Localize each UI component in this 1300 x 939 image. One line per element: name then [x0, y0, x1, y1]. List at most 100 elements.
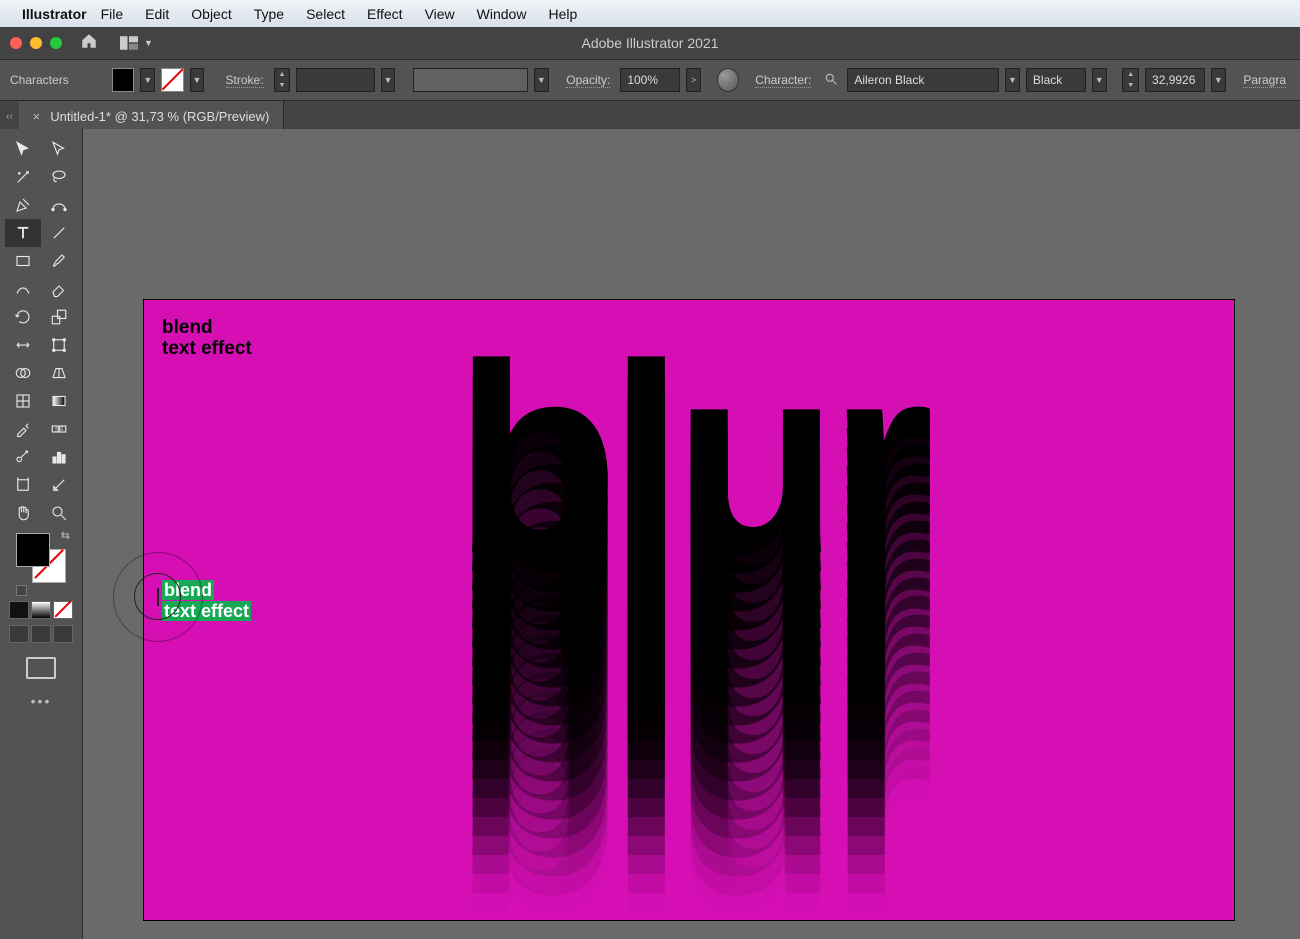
- color-mode-solid[interactable]: [9, 601, 29, 619]
- color-mode-none[interactable]: [53, 601, 73, 619]
- stroke-weight-stepper[interactable]: ▲▼: [274, 68, 291, 92]
- close-window[interactable]: [10, 37, 22, 49]
- text-object-2-selected[interactable]: blend text effect: [162, 580, 251, 621]
- blend-step: blur: [454, 685, 974, 939]
- tool-hand[interactable]: [5, 499, 41, 527]
- text-cursor-icon: [157, 588, 159, 606]
- draw-behind[interactable]: [31, 625, 51, 643]
- mac-menu-bar: Illustrator File Edit Object Type Select…: [0, 0, 1300, 27]
- tool-free-transform[interactable]: [41, 331, 77, 359]
- fill-dropdown[interactable]: ▼: [140, 68, 155, 92]
- text-object-1[interactable]: blend text effect: [162, 318, 252, 360]
- menu-window[interactable]: Window: [477, 6, 527, 22]
- collapse-panels-icon[interactable]: ‹‹: [0, 111, 19, 122]
- tool-brush[interactable]: [41, 247, 77, 275]
- tool-rotate[interactable]: [5, 303, 41, 331]
- tool-eraser[interactable]: [41, 275, 77, 303]
- workspace: ⇆ ••• blend text effect blend text effec…: [0, 129, 1300, 939]
- font-style-field[interactable]: Black: [1026, 68, 1086, 92]
- workspace-switcher[interactable]: ▼: [120, 36, 153, 50]
- tool-type[interactable]: [5, 219, 41, 247]
- tool-panel: ⇆ •••: [0, 129, 83, 939]
- default-fill-stroke-icon[interactable]: [16, 585, 27, 596]
- menu-edit[interactable]: Edit: [145, 6, 169, 22]
- tool-shaper[interactable]: [5, 275, 41, 303]
- tool-selection[interactable]: [5, 135, 41, 163]
- control-panel: Characters ▼ ▼ Stroke: ▲▼ ▼ ▼ Opacity: 1…: [0, 59, 1300, 101]
- document-tab-label: Untitled-1* @ 31,73 % (RGB/Preview): [50, 109, 269, 124]
- character-label[interactable]: Character:: [755, 73, 811, 88]
- tool-artboard[interactable]: [5, 471, 41, 499]
- app-name[interactable]: Illustrator: [22, 6, 87, 22]
- minimize-window[interactable]: [30, 37, 42, 49]
- color-mode-row: [9, 601, 73, 619]
- draw-inside[interactable]: [53, 625, 73, 643]
- home-icon[interactable]: [80, 32, 98, 55]
- menu-select[interactable]: Select: [306, 6, 345, 22]
- tool-perspective[interactable]: [41, 359, 77, 387]
- artboard[interactable]: blend text effect blend text effect blur…: [143, 299, 1235, 921]
- stroke-weight-dropdown[interactable]: ▼: [381, 68, 396, 92]
- menu-type[interactable]: Type: [254, 6, 284, 22]
- tool-direct-selection[interactable]: [41, 135, 77, 163]
- tool-eyedropper[interactable]: [5, 415, 41, 443]
- font-size-field[interactable]: 32,9926: [1145, 68, 1205, 92]
- document-tab-row: ‹‹ × Untitled-1* @ 31,73 % (RGB/Preview): [0, 101, 1300, 132]
- opacity-label[interactable]: Opacity:: [566, 73, 610, 88]
- tool-column-graph[interactable]: [41, 443, 77, 471]
- font-style-dropdown[interactable]: ▼: [1092, 68, 1107, 92]
- blend-text-object[interactable]: blurblurblurblurblurblurblurblurblurblur…: [454, 325, 974, 915]
- maximize-window[interactable]: [50, 37, 62, 49]
- menu-file[interactable]: File: [101, 6, 124, 22]
- tool-mesh[interactable]: [5, 387, 41, 415]
- tool-symbol-sprayer[interactable]: [5, 443, 41, 471]
- tool-scale[interactable]: [41, 303, 77, 331]
- tool-pen[interactable]: [5, 191, 41, 219]
- variable-width-profile[interactable]: [413, 68, 528, 92]
- tool-magic-wand[interactable]: [5, 163, 41, 191]
- stroke-dropdown[interactable]: ▼: [190, 68, 205, 92]
- screen-mode-icon[interactable]: [26, 657, 56, 679]
- variable-width-dropdown[interactable]: ▼: [534, 68, 549, 92]
- font-family-dropdown[interactable]: ▼: [1005, 68, 1020, 92]
- tool-blend[interactable]: [41, 415, 77, 443]
- menu-object[interactable]: Object: [191, 6, 231, 22]
- paragraph-label[interactable]: Paragra: [1243, 73, 1286, 88]
- recolor-icon[interactable]: [717, 68, 739, 92]
- fill-swatch[interactable]: [112, 68, 134, 92]
- search-icon: [824, 72, 838, 89]
- draw-mode-row: [9, 625, 73, 643]
- tool-zoom[interactable]: [41, 499, 77, 527]
- opacity-field[interactable]: 100%: [620, 68, 680, 92]
- tool-rectangle[interactable]: [5, 247, 41, 275]
- draw-normal[interactable]: [9, 625, 29, 643]
- close-tab-icon[interactable]: ×: [33, 109, 41, 124]
- app-title: Adobe Illustrator 2021: [0, 35, 1300, 51]
- fill-box[interactable]: [16, 533, 50, 567]
- font-size-stepper[interactable]: ▲▼: [1122, 68, 1139, 92]
- opacity-dropdown[interactable]: >: [686, 68, 701, 92]
- tool-shape-builder[interactable]: [5, 359, 41, 387]
- stroke-label[interactable]: Stroke:: [226, 73, 264, 88]
- menu-effect[interactable]: Effect: [367, 6, 403, 22]
- fill-stroke-control[interactable]: ⇆: [16, 533, 66, 583]
- document-tab[interactable]: × Untitled-1* @ 31,73 % (RGB/Preview): [19, 101, 285, 131]
- window-controls: [10, 37, 62, 49]
- tool-slice[interactable]: [41, 471, 77, 499]
- font-size-dropdown[interactable]: ▼: [1211, 68, 1226, 92]
- tool-gradient[interactable]: [41, 387, 77, 415]
- color-mode-gradient[interactable]: [31, 601, 51, 619]
- tool-lasso[interactable]: [41, 163, 77, 191]
- stroke-swatch[interactable]: [161, 68, 183, 92]
- font-family-field[interactable]: Aileron Black: [847, 68, 999, 92]
- menu-help[interactable]: Help: [548, 6, 577, 22]
- tool-curvature[interactable]: [41, 191, 77, 219]
- menu-view[interactable]: View: [425, 6, 455, 22]
- tool-line[interactable]: [41, 219, 77, 247]
- tool-width[interactable]: [5, 331, 41, 359]
- stroke-weight-field[interactable]: [296, 68, 374, 92]
- edit-toolbar-icon[interactable]: •••: [31, 693, 52, 709]
- canvas[interactable]: blend text effect blend text effect blur…: [83, 129, 1300, 939]
- selection-mode: Characters: [10, 73, 69, 87]
- swap-fill-stroke-icon[interactable]: ⇆: [61, 529, 70, 542]
